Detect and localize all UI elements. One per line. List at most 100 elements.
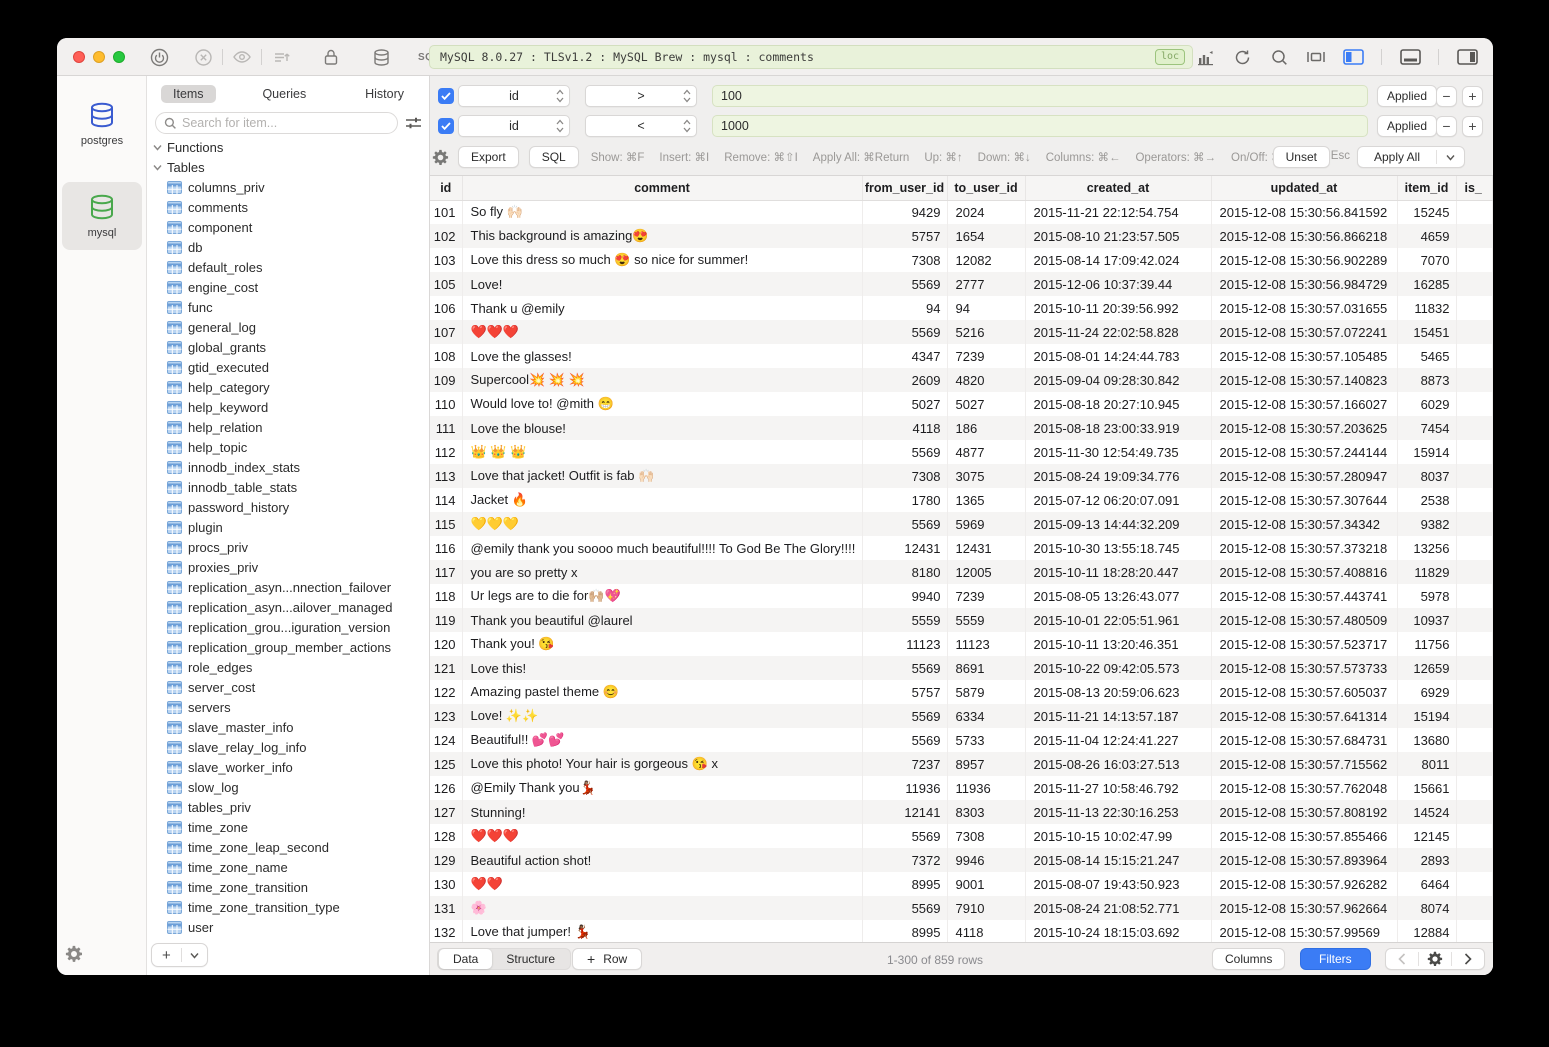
cell-created_at[interactable]: 2015-08-18 20:27:10.945 bbox=[1025, 392, 1211, 416]
cell-comment[interactable]: Love that jacket! Outfit is fab 🙌🏻 bbox=[462, 464, 862, 488]
cell-to_user_id[interactable]: 3075 bbox=[947, 464, 1025, 488]
disconnect-icon[interactable] bbox=[189, 43, 217, 71]
cell-created_at[interactable]: 2015-12-06 10:37:39.44 bbox=[1025, 272, 1211, 296]
table-item-engine_cost[interactable]: engine_cost bbox=[147, 277, 430, 297]
toggle-left-sidebar-icon[interactable] bbox=[1339, 43, 1367, 71]
cell-created_at[interactable]: 2015-10-30 13:55:18.745 bbox=[1025, 536, 1211, 560]
cell-id[interactable]: 109 bbox=[430, 368, 462, 392]
cell-item_id[interactable]: 12659 bbox=[1397, 656, 1456, 680]
cell-comment[interactable]: you are so pretty x bbox=[462, 560, 862, 584]
table-item-replication_asyn-ailover_managed[interactable]: replication_asyn...ailover_managed bbox=[147, 597, 430, 617]
filter-enabled-checkbox[interactable] bbox=[438, 118, 454, 134]
add-filter-button[interactable]: + bbox=[1462, 116, 1483, 137]
unset-button[interactable]: Unset bbox=[1273, 146, 1330, 168]
filter-sliders-icon[interactable] bbox=[405, 116, 422, 130]
cell-id[interactable]: 128 bbox=[430, 824, 462, 848]
table-row[interactable]: 128❤️❤️❤️556973082015-10-15 10:02:47.992… bbox=[430, 824, 1493, 848]
connection-item-mysql[interactable]: mysql bbox=[62, 182, 142, 250]
cell-updated_at[interactable]: 2015-12-08 15:30:57.408816 bbox=[1211, 560, 1397, 584]
cell-from_user_id[interactable]: 5757 bbox=[862, 680, 947, 704]
cell-is[interactable] bbox=[1456, 560, 1493, 584]
cell-created_at[interactable]: 2015-11-24 22:02:58.828 bbox=[1025, 320, 1211, 344]
cell-is[interactable] bbox=[1456, 344, 1493, 368]
cell-updated_at[interactable]: 2015-12-08 15:30:57.962664 bbox=[1211, 896, 1397, 920]
cell-item_id[interactable]: 15451 bbox=[1397, 320, 1456, 344]
cell-updated_at[interactable]: 2015-12-08 15:30:57.893964 bbox=[1211, 848, 1397, 872]
table-item-proxies_priv[interactable]: proxies_priv bbox=[147, 557, 430, 577]
cell-created_at[interactable]: 2015-11-30 12:54:49.735 bbox=[1025, 440, 1211, 464]
cell-item_id[interactable]: 9382 bbox=[1397, 512, 1456, 536]
table-item-server_cost[interactable]: server_cost bbox=[147, 677, 430, 697]
table-item-db[interactable]: db bbox=[147, 237, 430, 257]
table-item-help_keyword[interactable]: help_keyword bbox=[147, 397, 430, 417]
cell-to_user_id[interactable]: 8303 bbox=[947, 800, 1025, 824]
cell-id[interactable]: 120 bbox=[430, 632, 462, 656]
cell-item_id[interactable]: 15914 bbox=[1397, 440, 1456, 464]
tab-queries[interactable]: Queries bbox=[250, 85, 318, 103]
cell-to_user_id[interactable]: 2777 bbox=[947, 272, 1025, 296]
cell-created_at[interactable]: 2015-10-11 18:28:20.447 bbox=[1025, 560, 1211, 584]
cell-id[interactable]: 107 bbox=[430, 320, 462, 344]
cell-to_user_id[interactable]: 1365 bbox=[947, 488, 1025, 512]
cell-is[interactable] bbox=[1456, 536, 1493, 560]
cell-is[interactable] bbox=[1456, 320, 1493, 344]
cell-is[interactable] bbox=[1456, 920, 1493, 942]
table-row[interactable]: 102This background is amazing😍5757165420… bbox=[430, 224, 1493, 248]
cell-comment[interactable]: Ur legs are to die for🙌🏼💖 bbox=[462, 584, 862, 608]
lock-icon[interactable] bbox=[317, 43, 345, 71]
cell-to_user_id[interactable]: 12082 bbox=[947, 248, 1025, 272]
cell-from_user_id[interactable]: 5569 bbox=[862, 728, 947, 752]
cell-from_user_id[interactable]: 5569 bbox=[862, 440, 947, 464]
cell-id[interactable]: 111 bbox=[430, 416, 462, 440]
sql-button[interactable]: SQL bbox=[529, 146, 579, 168]
cell-created_at[interactable]: 2015-08-05 13:26:43.077 bbox=[1025, 584, 1211, 608]
cell-from_user_id[interactable]: 8995 bbox=[862, 920, 947, 942]
cell-item_id[interactable]: 6029 bbox=[1397, 392, 1456, 416]
table-item-help_relation[interactable]: help_relation bbox=[147, 417, 430, 437]
filter-enabled-checkbox[interactable] bbox=[438, 88, 454, 104]
table-row[interactable]: 118Ur legs are to die for🙌🏼💖994072392015… bbox=[430, 584, 1493, 608]
cell-to_user_id[interactable]: 11936 bbox=[947, 776, 1025, 800]
table-row[interactable]: 125Love this photo! Your hair is gorgeou… bbox=[430, 752, 1493, 776]
cell-created_at[interactable]: 2015-08-18 23:00:33.919 bbox=[1025, 416, 1211, 440]
table-item-global_grants[interactable]: global_grants bbox=[147, 337, 430, 357]
remove-filter-button[interactable]: − bbox=[1436, 86, 1457, 107]
cell-to_user_id[interactable]: 5559 bbox=[947, 608, 1025, 632]
cell-from_user_id[interactable]: 11936 bbox=[862, 776, 947, 800]
cell-updated_at[interactable]: 2015-12-08 15:30:57.641314 bbox=[1211, 704, 1397, 728]
cell-item_id[interactable]: 15245 bbox=[1397, 200, 1456, 224]
table-item-tables_priv[interactable]: tables_priv bbox=[147, 797, 430, 817]
cell-is[interactable] bbox=[1456, 488, 1493, 512]
table-item-gtid_executed[interactable]: gtid_executed bbox=[147, 357, 430, 377]
cell-comment[interactable]: Love this photo! Your hair is gorgeous 😘… bbox=[462, 752, 862, 776]
cell-is[interactable] bbox=[1456, 584, 1493, 608]
table-item-servers[interactable]: servers bbox=[147, 697, 430, 717]
column-header-created_at[interactable]: created_at bbox=[1025, 176, 1211, 200]
cell-id[interactable]: 125 bbox=[430, 752, 462, 776]
cell-updated_at[interactable]: 2015-12-08 15:30:56.902289 bbox=[1211, 248, 1397, 272]
cell-from_user_id[interactable]: 4347 bbox=[862, 344, 947, 368]
cell-id[interactable]: 102 bbox=[430, 224, 462, 248]
cell-from_user_id[interactable]: 5569 bbox=[862, 320, 947, 344]
cell-to_user_id[interactable]: 9946 bbox=[947, 848, 1025, 872]
cell-is[interactable] bbox=[1456, 776, 1493, 800]
cell-comment[interactable]: ❤️❤️❤️ bbox=[462, 320, 862, 344]
connect-icon[interactable] bbox=[145, 43, 173, 71]
cell-updated_at[interactable]: 2015-12-08 15:30:57.072241 bbox=[1211, 320, 1397, 344]
cell-id[interactable]: 130 bbox=[430, 872, 462, 896]
cell-created_at[interactable]: 2015-11-04 12:24:41.227 bbox=[1025, 728, 1211, 752]
cell-comment[interactable]: 🌸 bbox=[462, 896, 862, 920]
cell-is[interactable] bbox=[1456, 728, 1493, 752]
table-row[interactable]: 105Love!556927772015-12-06 10:37:39.4420… bbox=[430, 272, 1493, 296]
cell-updated_at[interactable]: 2015-12-08 15:30:57.715562 bbox=[1211, 752, 1397, 776]
cell-to_user_id[interactable]: 1654 bbox=[947, 224, 1025, 248]
cell-is[interactable] bbox=[1456, 872, 1493, 896]
cell-is[interactable] bbox=[1456, 248, 1493, 272]
cell-from_user_id[interactable]: 5569 bbox=[862, 824, 947, 848]
cell-item_id[interactable]: 5465 bbox=[1397, 344, 1456, 368]
zoom-window-button[interactable] bbox=[113, 51, 125, 63]
table-row[interactable]: 115💛💛💛556959692015-09-13 14:44:32.209201… bbox=[430, 512, 1493, 536]
cell-item_id[interactable]: 10937 bbox=[1397, 608, 1456, 632]
table-item-time_zone[interactable]: time_zone bbox=[147, 817, 430, 837]
table-row[interactable]: 103Love this dress so much 😍 so nice for… bbox=[430, 248, 1493, 272]
